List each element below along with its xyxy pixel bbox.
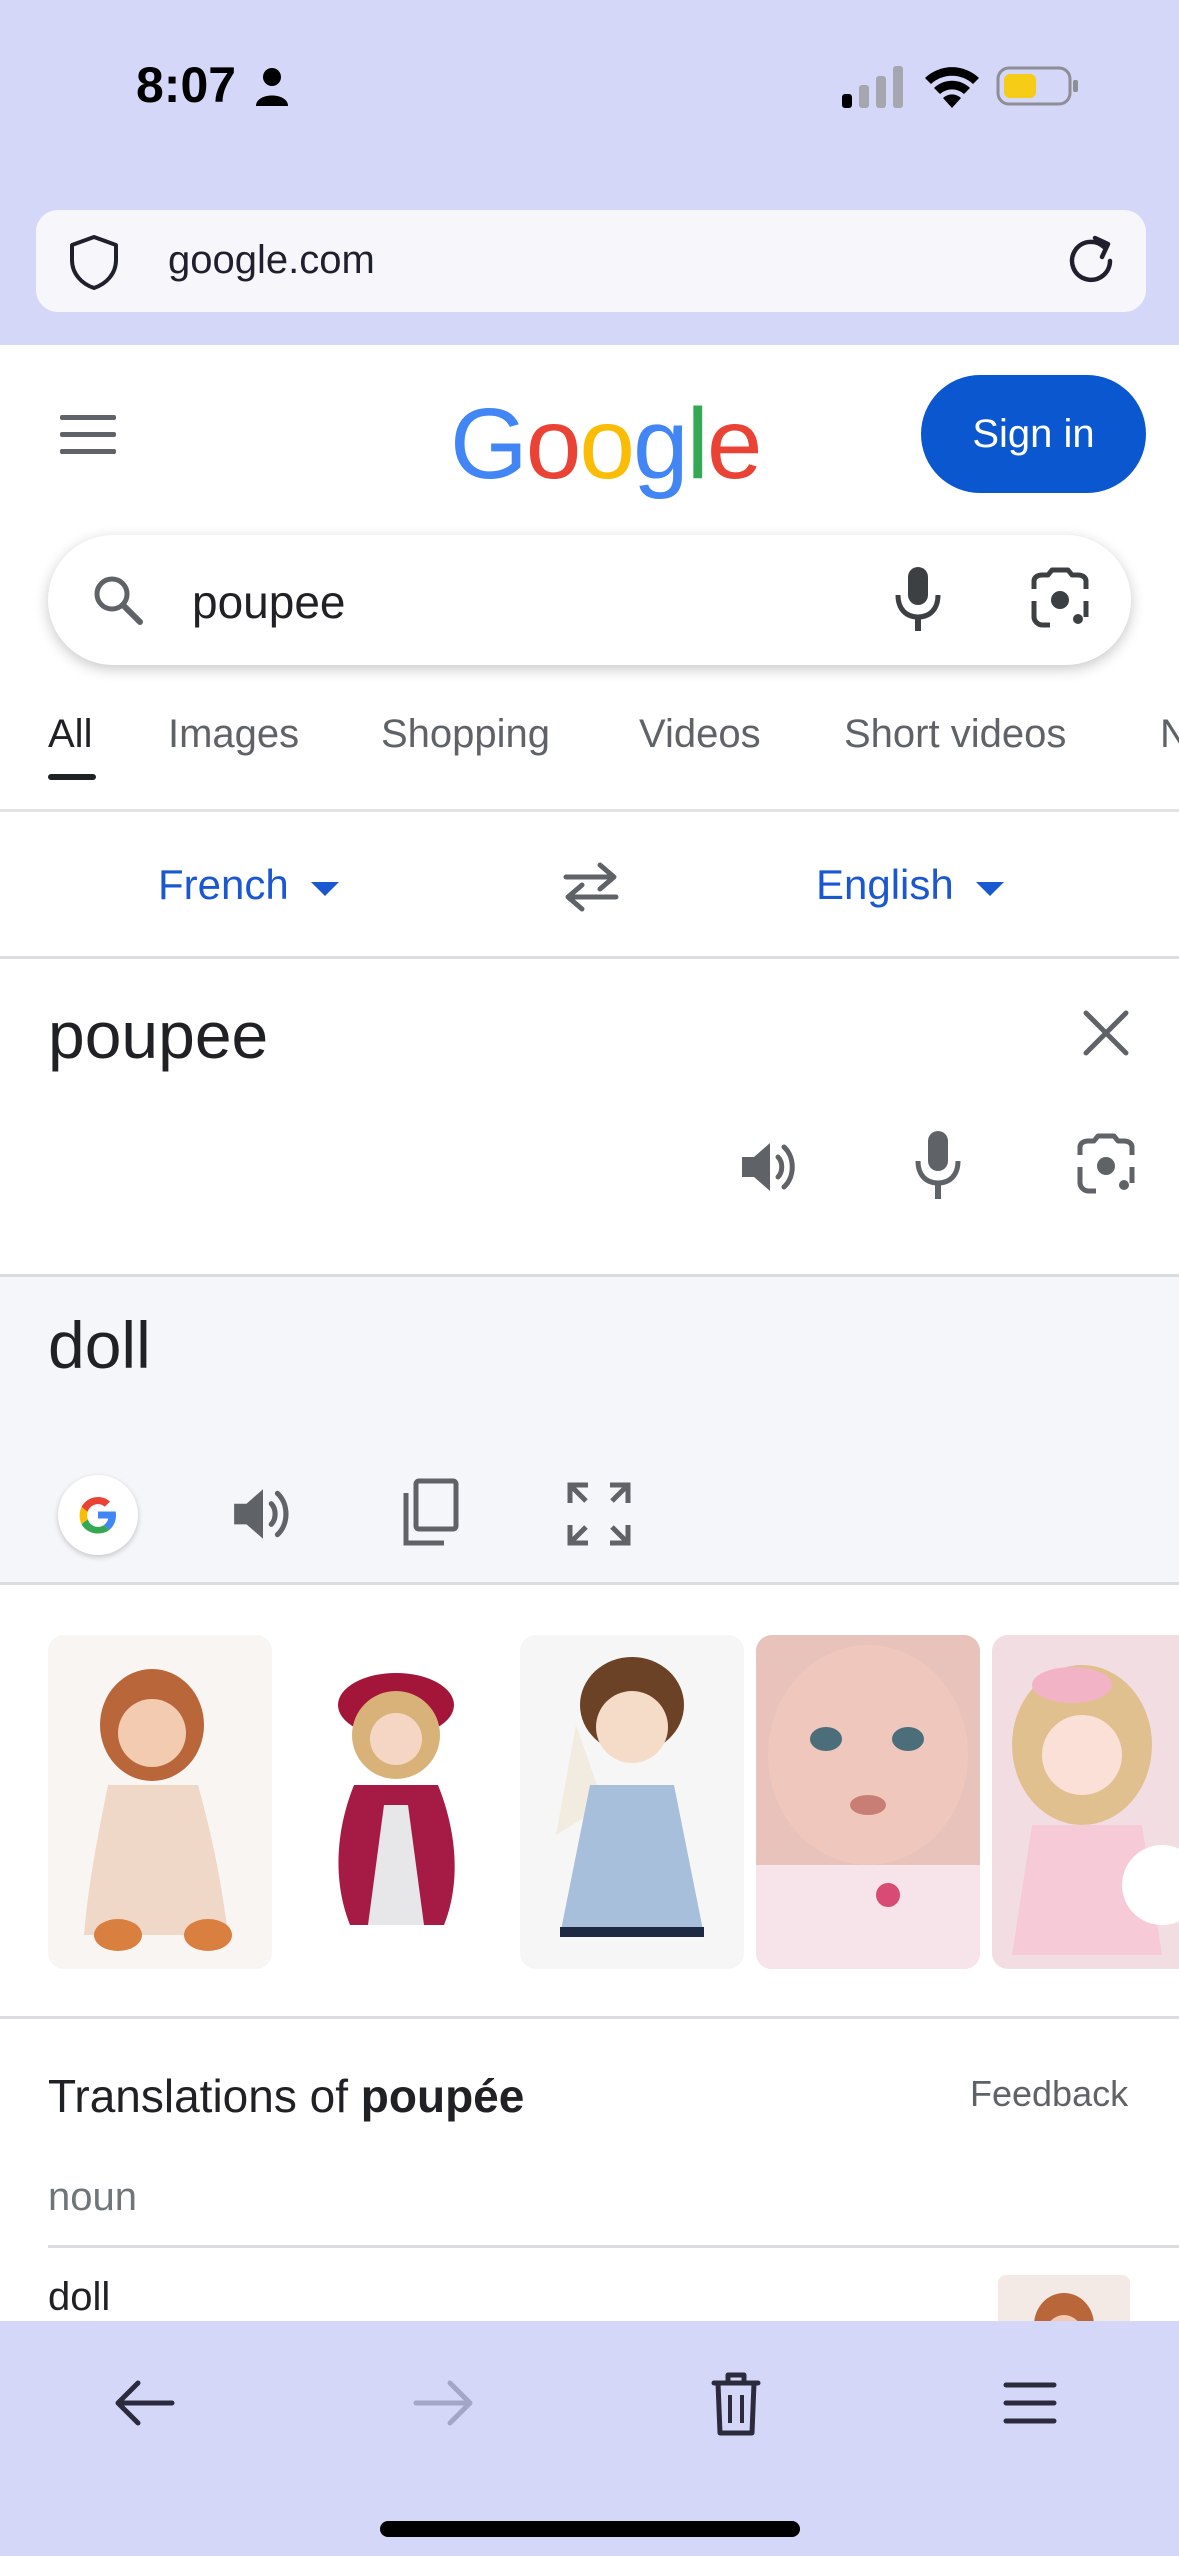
translations-heading-word: poupée [360,2070,525,2122]
translation-row-word[interactable]: doll [48,2275,110,2320]
status-time: 8:07 [136,57,237,113]
search-icon [94,576,143,625]
tab-shopping[interactable]: Shopping [381,712,550,757]
language-selector-row: French English [0,815,1179,959]
doll-image-4[interactable] [756,1635,980,1969]
search-input[interactable]: poupee [192,575,346,629]
source-language-select[interactable]: French [158,861,339,909]
listen-translation-icon[interactable] [230,1481,296,1547]
feedback-link[interactable]: Feedback [970,2073,1128,2115]
part-of-speech-label: noun [48,2175,137,2219]
google-logo-letter: g [633,388,689,500]
reload-icon[interactable] [1060,230,1122,292]
status-bar: 8:07 [0,0,1179,200]
sign-in-button[interactable]: Sign in [921,375,1146,493]
tab-news[interactable]: N [1160,712,1179,757]
target-language-select[interactable]: English [816,861,1004,909]
search-box[interactable]: poupee [48,535,1131,665]
divider [48,2245,1179,2248]
clear-text-icon[interactable] [1080,1007,1132,1059]
doll-image-2[interactable] [284,1635,508,1969]
google-lens-icon[interactable] [1028,567,1092,631]
doll-image-4-graphic [756,1645,980,1969]
google-g-icon [79,1497,116,1534]
target-language-label: English [816,861,954,908]
cellular-signal-icon [842,66,903,108]
doll-image-carousel[interactable] [0,1635,1179,1969]
google-logo[interactable]: Google [450,387,763,502]
google-logo-letter: e [706,388,763,500]
person-icon [256,68,288,106]
source-text-panel: poupee [0,959,1179,1277]
forward-arrow-icon[interactable] [402,2363,482,2443]
tab-short-videos[interactable]: Short videos [844,712,1066,757]
tab-all[interactable]: All [48,712,92,757]
doll-image-1[interactable] [48,1635,272,1969]
back-arrow-icon[interactable] [106,2363,186,2443]
address-bar[interactable]: google.com [36,210,1146,312]
trash-icon[interactable] [696,2363,776,2443]
home-indicator[interactable] [380,2521,800,2537]
voice-search-icon[interactable] [888,565,948,635]
voice-input-icon[interactable] [908,1129,968,1203]
menu-icon[interactable] [990,2363,1070,2443]
google-logo-letter: l [686,388,709,500]
fullscreen-icon[interactable] [566,1481,632,1547]
doll-image-5-graphic [1012,1665,1179,1955]
google-logo-letter: G [450,388,528,500]
translations-heading-prefix: Translations of [48,2070,361,2122]
tab-images[interactable]: Images [168,712,299,757]
listen-source-icon[interactable] [738,1135,802,1199]
url-text[interactable]: google.com [168,238,375,283]
translated-text: doll [48,1308,151,1382]
doll-image-3[interactable] [520,1635,744,1969]
source-language-label: French [158,861,289,908]
translation-result-panel: doll [0,1277,1179,1585]
translation-row-image [998,2275,1130,2321]
camera-translate-icon[interactable] [1074,1133,1138,1197]
translations-heading: Translations of poupée [48,2069,524,2123]
dropdown-caret-icon [975,882,1004,896]
search-tabs: All Images Shopping Videos Short videos … [0,700,1179,812]
google-translate-button[interactable] [58,1475,138,1555]
battery-icon [996,66,1078,106]
doll-image-3-graphic [556,1657,704,1937]
doll-image-1-graphic [84,1669,232,1951]
wifi-icon [925,67,979,108]
active-tab-indicator [48,774,96,780]
browser-bottom-toolbar [0,2321,1179,2556]
doll-image-2-graphic [338,1673,455,1925]
dropdown-caret-icon [310,882,339,896]
source-text-input[interactable]: poupee [48,997,268,1073]
doll-image-5[interactable] [992,1635,1179,1969]
translations-section: Translations of poupée Feedback noun dol… [0,2016,1179,2321]
swap-languages-icon[interactable] [560,859,622,915]
translation-row-image-graphic [1034,2293,1094,2321]
google-logo-letter: o [579,388,635,500]
shield-icon[interactable] [64,232,124,292]
google-header: Google Sign in [0,345,1179,525]
hamburger-menu-icon[interactable] [60,413,120,457]
copy-icon[interactable] [398,1477,462,1549]
google-logo-letter: o [525,388,582,500]
tab-videos[interactable]: Videos [639,712,761,757]
browser-toolbar: google.com [0,200,1179,345]
